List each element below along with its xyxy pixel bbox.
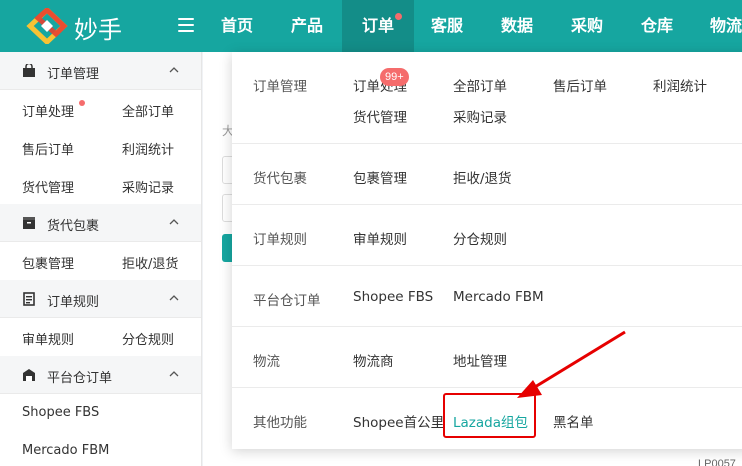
notification-dot <box>79 100 85 106</box>
group-title: 货代包裹 <box>47 219 100 234</box>
menu-row-order-management: 订单管理 订单处理 99+ 全部订单 售后订单 利润统计 货代管理 采购记录 <box>232 52 742 144</box>
package-icon <box>23 217 35 229</box>
logo-icon[interactable] <box>26 8 68 44</box>
menu-link-shopee-first-mile[interactable]: Shopee首公里 <box>353 411 444 431</box>
menu-row-order-rules: 订单规则 审单规则 分仓规则 <box>232 205 742 266</box>
group-title: 订单管理 <box>47 67 100 82</box>
menu-category: 订单管理 <box>253 79 307 95</box>
menu-category: 货代包裹 <box>253 171 307 187</box>
menu-link-review-rules[interactable]: 审单规则 <box>353 228 407 248</box>
menu-link-all-orders[interactable]: 全部订单 <box>453 75 507 95</box>
sidebar-item-after-sales[interactable]: 售后订单 <box>22 139 74 158</box>
menu-link-rejects-returns[interactable]: 拒收/退货 <box>453 167 512 187</box>
count-badge: 99+ <box>380 68 409 86</box>
chevron-up-icon <box>169 219 179 225</box>
menu-link-forwarder-management[interactable]: 货代管理 <box>353 106 407 126</box>
nav-customer-service[interactable]: 客服 <box>414 0 480 52</box>
sidebar-item-profit-stats[interactable]: 利润统计 <box>122 139 174 158</box>
menu-link-package-management[interactable]: 包裹管理 <box>353 167 407 187</box>
sidebar-item-review-rules[interactable]: 审单规则 <box>22 329 74 348</box>
top-navigation-bar: 妙手 首页 产品 订单 客服 数据 采购 仓库 物流 <box>0 0 742 52</box>
menu-category: 订单规则 <box>253 232 307 248</box>
menu-link-blacklist[interactable]: 黑名单 <box>553 411 594 431</box>
nav-orders-label: 订单 <box>361 16 394 35</box>
menu-category: 其他功能 <box>253 415 307 431</box>
notification-dot <box>395 13 402 20</box>
nav-purchasing[interactable]: 采购 <box>554 0 620 52</box>
menu-link-logistics-providers[interactable]: 物流商 <box>353 350 394 370</box>
sidebar-item-forwarder-management[interactable]: 货代管理 <box>22 177 74 196</box>
menu-link-shopee-fbs[interactable]: Shopee FBS <box>353 289 433 305</box>
nav-home[interactable]: 首页 <box>204 0 270 52</box>
group-title: 订单规则 <box>47 295 100 310</box>
sidebar: 订单管理 订单处理 全部订单 售后订单 利润统计 货代管理 采购记录 货代包裹 … <box>0 52 202 466</box>
chevron-up-icon <box>169 295 179 301</box>
highlight-box <box>443 393 536 438</box>
menu-row-platform-warehouse-orders: 平台仓订单 Shopee FBS Mercado FBM <box>232 266 742 327</box>
chevron-up-icon <box>169 67 179 73</box>
menu-link-mercado-fbm[interactable]: Mercado FBM <box>453 289 544 305</box>
sidebar-item-shopee-fbs[interactable]: Shopee FBS <box>22 405 99 420</box>
menu-link-address-management[interactable]: 地址管理 <box>453 350 507 370</box>
sidebar-group-forwarder-packages[interactable]: 货代包裹 <box>0 204 201 242</box>
nav-logistics[interactable]: 物流 <box>694 0 742 52</box>
menu-category: 平台仓订单 <box>253 293 321 309</box>
sidebar-item-package-management[interactable]: 包裹管理 <box>22 253 74 272</box>
group-title: 平台仓订单 <box>47 371 113 386</box>
menu-link-profit-stats[interactable]: 利润统计 <box>653 75 707 95</box>
nav-data[interactable]: 数据 <box>484 0 550 52</box>
shopping-bag-icon <box>23 64 35 77</box>
list-icon <box>23 292 35 306</box>
menu-link-after-sales[interactable]: 售后订单 <box>553 75 607 95</box>
menu-row-logistics: 物流 物流商 地址管理 <box>232 327 742 388</box>
hamburger-menu-icon[interactable] <box>178 18 194 32</box>
nav-warehouse[interactable]: 仓库 <box>624 0 690 52</box>
chevron-up-icon <box>169 371 179 377</box>
warehouse-icon <box>23 369 35 381</box>
sidebar-group-platform-warehouse-orders[interactable]: 平台仓订单 <box>0 356 201 394</box>
orders-mega-menu: 订单管理 订单处理 99+ 全部订单 售后订单 利润统计 货代管理 采购记录 货… <box>232 52 742 449</box>
nav-products[interactable]: 产品 <box>274 0 340 52</box>
nav-orders[interactable]: 订单 <box>342 0 414 52</box>
sidebar-item-purchase-records[interactable]: 采购记录 <box>122 177 174 196</box>
sidebar-group-order-management[interactable]: 订单管理 <box>0 52 201 90</box>
sidebar-item-rejects-returns[interactable]: 拒收/退货 <box>122 253 178 272</box>
sidebar-item-mercado-fbm[interactable]: Mercado FBM <box>22 443 109 458</box>
order-code-fragment: LP0057 <box>698 458 736 466</box>
sidebar-item-all-orders[interactable]: 全部订单 <box>122 101 174 120</box>
sidebar-item-warehouse-rules[interactable]: 分仓规则 <box>122 329 174 348</box>
menu-row-forwarder-packages: 货代包裹 包裹管理 拒收/退货 <box>232 144 742 205</box>
menu-link-warehouse-rules[interactable]: 分仓规则 <box>453 228 507 248</box>
menu-link-purchase-records[interactable]: 采购记录 <box>453 106 507 126</box>
sidebar-group-order-rules[interactable]: 订单规则 <box>0 280 201 318</box>
sidebar-item-order-processing[interactable]: 订单处理 <box>22 101 74 120</box>
logo-text[interactable]: 妙手 <box>74 10 122 45</box>
menu-category: 物流 <box>253 354 280 370</box>
